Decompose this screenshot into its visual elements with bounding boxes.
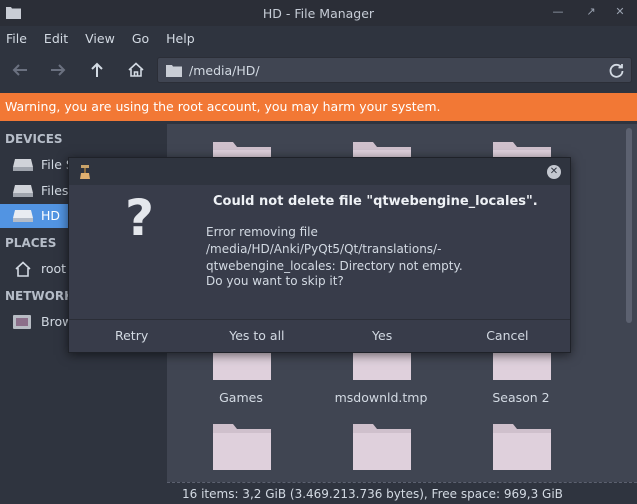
yes-button[interactable]: Yes [320,320,445,352]
dialog-message: Error removing file /media/HD/Anki/PyQt5… [206,225,463,273]
drive-icon [13,210,33,222]
root-warning-banner: Warning, you are using the root account,… [0,93,637,121]
menu-view[interactable]: View [85,31,115,46]
folder-icon[interactable] [493,424,551,470]
retry-button[interactable]: Retry [69,320,194,352]
cancel-button[interactable]: Cancel [445,320,570,352]
status-text: 16 items: 3,2 GiB (3.469.213.736 bytes),… [182,487,563,501]
menu-help[interactable]: Help [166,31,195,46]
dialog-title-bar: ✕ [69,158,570,185]
drive-icon [13,185,33,197]
menu-bar: File Edit View Go Help [0,26,637,51]
dialog-close-icon[interactable]: ✕ [547,165,561,179]
close-window-icon[interactable]: ✕ [612,4,628,20]
home-icon [15,261,31,277]
sidebar-header-network: NETWORK [5,289,74,303]
folder-icon[interactable] [353,424,411,470]
question-icon: ? [125,189,155,247]
network-icon [13,315,31,329]
menu-edit[interactable]: Edit [44,31,68,46]
dialog-heading: Could not delete file "qtwebengine_local… [213,194,538,209]
scrollbar-thumb[interactable] [626,128,632,323]
title-bar: HD - File Manager — ↗ ✕ [0,0,637,26]
sidebar-item-label: HD [41,208,61,223]
yes-to-all-button[interactable]: Yes to all [194,320,319,352]
folder-label-season-2: Season 2 [492,390,550,405]
delete-error-dialog: ✕ ? Could not delete file "qtwebengine_l… [68,157,571,353]
address-path[interactable]: /media/HD/ [189,63,260,78]
window-title: HD - File Manager [262,5,375,21]
restore-icon[interactable]: ↗ [583,4,599,20]
menu-file[interactable]: File [6,31,27,46]
minimize-icon[interactable]: — [550,4,566,20]
folder-app-icon [6,7,21,19]
sidebar-item-label: root [41,261,67,276]
folder-label-msdownld: msdownld.tmp [334,390,428,405]
folder-icon [166,65,182,77]
sidebar-header-places: PLACES [5,236,57,250]
dialog-question: Do you want to skip it? [206,274,344,288]
back-arrow-icon[interactable] [9,59,31,81]
address-bar[interactable]: /media/HD/ [157,57,632,83]
status-bar: 16 items: 3,2 GiB (3.469.213.736 bytes),… [167,482,637,504]
menu-go[interactable]: Go [132,31,149,46]
dialog-button-row: Retry Yes to all Yes Cancel [69,319,570,352]
broom-icon [80,165,90,179]
forward-arrow-icon[interactable] [47,59,69,81]
up-arrow-icon[interactable] [86,59,108,81]
home-icon[interactable] [125,59,147,81]
sidebar-header-devices: DEVICES [5,132,63,146]
folder-label-games: Games [219,390,263,405]
reload-icon[interactable] [608,62,625,79]
drive-icon [13,159,33,171]
folder-icon[interactable] [213,424,271,470]
